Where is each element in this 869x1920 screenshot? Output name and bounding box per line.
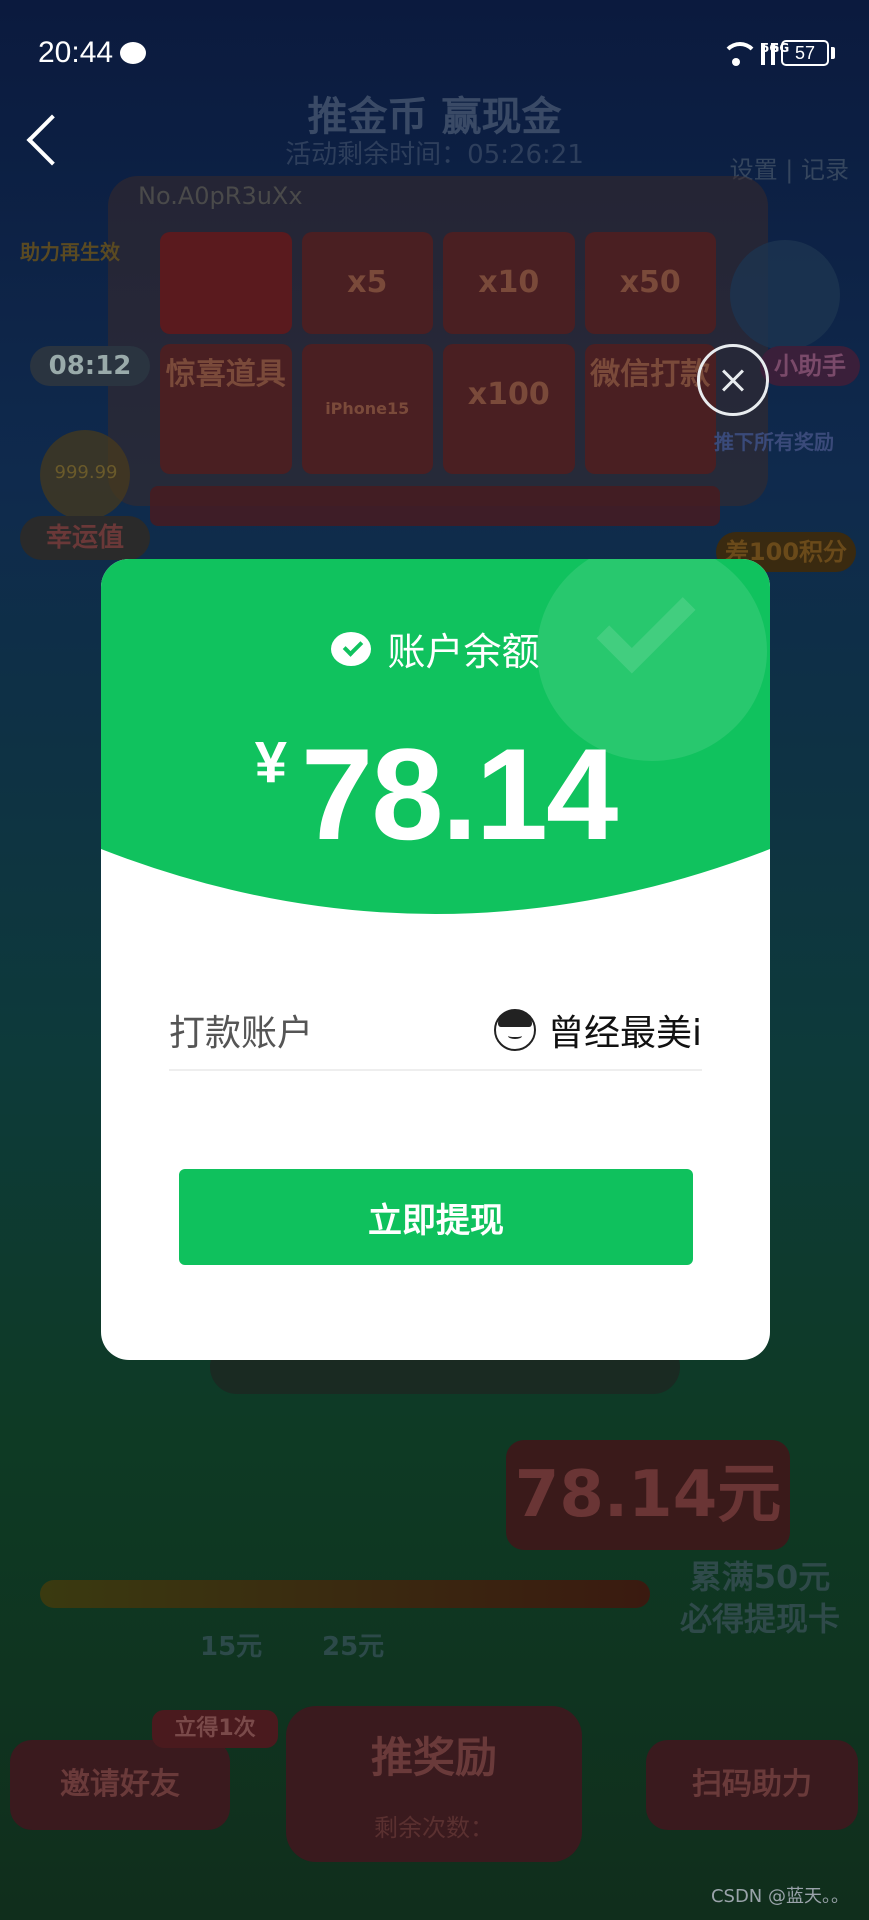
balance-label: 账户余额 [387,630,540,674]
balance-label-row: 账户余额 [101,621,770,676]
avatar [493,1009,536,1051]
account-user: 曾经最美i [493,1004,702,1056]
wifi-icon [721,42,759,66]
message-icon [120,42,146,64]
modal-header: 账户余额 ¥78.14 [101,559,770,914]
status-time: 20:44 [38,36,114,69]
robot-helper-icon[interactable] [730,240,840,350]
prize-grid: x5 x10 x50 惊喜道具 iPhone15 x100 微信打款 [160,232,716,474]
helper-label: 小助手 [760,346,860,386]
battery-tip [831,47,835,59]
amount-bubble: 78.14元 [506,1440,790,1550]
boost-timer: 08:12 [30,346,150,386]
progress-mark-15: 15元 [200,1632,263,1662]
status-icons: 5G 5G 57 [721,40,835,66]
wechat-pay-icon [331,630,375,668]
prize-cell: 惊喜道具 [160,344,292,474]
scan-help-button[interactable]: 扫码助力 [646,1740,858,1830]
currency-symbol: ¥ [254,730,287,795]
boost-badge: 助力再生效 [20,240,120,264]
payee-account-row: 打款账户 曾经最美i [169,991,702,1071]
prize-cell: 微信打款 [584,344,716,474]
accumulate-line-1: 累满50元 [689,1558,831,1596]
machine-number: No.A0pR3uXx [138,182,303,210]
invite-tag: 立得1次 [152,1710,278,1748]
prize-red-packet [160,232,292,334]
prize-cell: iPhone15 [301,344,433,474]
prize-cell: x100 [443,344,575,474]
push-reward-label: 推奖励 [370,1733,497,1782]
invite-friends-button[interactable]: 邀请好友 [10,1740,230,1830]
amount-value: 78.14 [300,721,618,867]
balance-amount: ¥78.14 [101,719,770,869]
close-modal-button[interactable] [697,344,769,416]
balance-modal: 账户余额 ¥78.14 打款账户 曾经最美i 立即提现 [101,559,770,1360]
machine-tray [150,486,720,526]
luck-label: 幸运值 [20,516,150,560]
watermark: CSDN @蓝天。。 [710,1886,849,1907]
prize-cell: x10 [443,232,575,334]
accumulate-line-2: 必得提现卡 [679,1600,840,1638]
withdraw-button[interactable]: 立即提现 [179,1169,693,1265]
progress-mark-25: 25元 [322,1632,385,1662]
accumulate-hint: 累满50元 必得提现卡 [660,1556,860,1640]
account-label: 打款账户 [169,1013,314,1054]
progress-bar [40,1580,650,1608]
luck-value: 999.99 [54,462,118,483]
account-name: 曾经最美i [547,1013,702,1054]
prize-cell: x5 [301,232,433,334]
battery-icon: 57 [781,40,829,66]
remaining-count: 剩余次数： [374,1814,494,1842]
collect-all-label: 推下所有奖励 [714,430,834,454]
prize-cell: x50 [584,232,716,334]
